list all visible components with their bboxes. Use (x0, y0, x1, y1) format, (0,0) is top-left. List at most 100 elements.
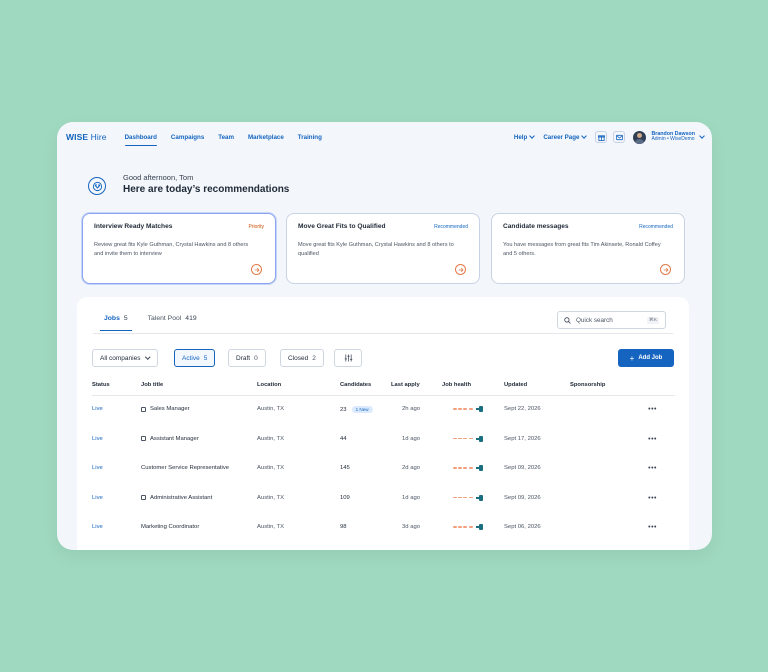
gift-button[interactable] (595, 131, 608, 143)
tab-jobs-label: Jobs (104, 315, 120, 322)
job-health-indicator (453, 406, 484, 412)
nav-tab-dashboard[interactable]: Dashboard (124, 122, 158, 152)
tab-talent-pool[interactable]: Talent Pool 419 (148, 315, 197, 331)
rec-body: Review great fits Kyle Guthman, Crystal … (94, 242, 249, 257)
col-updated[interactable]: Updated (504, 382, 527, 388)
nav-tab-campaigns[interactable]: Campaigns (171, 122, 204, 152)
job-title-cell[interactable]: Sales Manager (141, 406, 190, 412)
last-apply: 1d ago (402, 494, 421, 501)
col-candidates[interactable]: Candidates (340, 382, 371, 388)
wise-badge-icon (88, 177, 106, 195)
top-nav: WISE Hire Dashboard Campaigns Team Marke… (57, 122, 712, 152)
nav-tab-team[interactable]: Team (218, 122, 234, 152)
rec-card-move-qualified[interactable]: Move Great Fits to Qualified Recommended… (286, 213, 480, 284)
add-job-button[interactable]: + Add Job (618, 349, 674, 367)
candidates-cell[interactable]: 23 1 New (340, 406, 373, 413)
search-input[interactable]: Quick search ⌘K (557, 311, 666, 329)
help-label: Help (513, 133, 528, 141)
col-status[interactable]: Status (92, 382, 110, 388)
arrow-right-icon[interactable] (251, 264, 262, 275)
user-role: Admin • WiseDemo (651, 136, 695, 143)
help-menu[interactable]: Help (513, 133, 536, 141)
rec-card-candidate-messages[interactable]: Candidate messages Recommended You have … (491, 213, 685, 284)
candidates-count[interactable]: 44 (340, 436, 347, 442)
filter-active-label: Active (182, 354, 200, 362)
filter-draft[interactable]: Draft 0 (228, 349, 266, 367)
job-board-icon (141, 406, 146, 412)
table-row[interactable]: Live Assistant Manager Austin, TX 44 1d … (92, 427, 675, 457)
filter-closed-label: Closed (288, 354, 309, 362)
user-info[interactable]: Brandon Dawson Admin • WiseDemo (651, 131, 695, 143)
recommended-badge: Recommended (434, 223, 468, 230)
logo[interactable]: WISE Hire (66, 132, 107, 142)
sliders-icon (344, 354, 352, 362)
last-apply: 1d ago (402, 435, 421, 442)
status-live[interactable]: Live (92, 436, 103, 442)
nav-tabs: Dashboard Campaigns Team Marketplace Tra… (124, 122, 336, 152)
table-row[interactable]: Live Administrative Assistant Austin, TX… (92, 486, 675, 516)
filter-closed-count: 2 (312, 354, 316, 362)
priority-badge: Priority (248, 223, 264, 230)
avatar[interactable] (633, 130, 647, 144)
more-menu-icon[interactable]: ••• (648, 406, 657, 413)
filter-settings-button[interactable] (334, 349, 362, 367)
status-live[interactable]: Live (92, 406, 103, 412)
arrow-right-icon[interactable] (660, 264, 671, 275)
job-title-cell[interactable]: Administrative Assistant (141, 495, 212, 501)
filter-active-count: 5 (203, 354, 208, 362)
location: Austin, TX (257, 435, 285, 442)
job-title-cell[interactable]: Marketing Coordinator (141, 524, 199, 530)
table-row[interactable]: Live Sales Manager Austin, TX 23 1 New 2h… (92, 397, 675, 427)
more-menu-icon[interactable]: ••• (648, 465, 657, 472)
more-menu-icon[interactable]: ••• (648, 495, 657, 502)
last-apply: 3d ago (402, 524, 421, 530)
tab-talent-pool-label: Talent Pool (147, 315, 182, 322)
candidates-count[interactable]: 145 (340, 465, 350, 471)
more-menu-icon[interactable]: ••• (648, 436, 657, 443)
add-job-label: Add Job (638, 355, 663, 361)
nav-tab-training[interactable]: Training (298, 122, 322, 152)
logo-wise: WISE (66, 132, 89, 142)
col-last-apply[interactable]: Last apply (391, 382, 420, 388)
rec-body: You have messages from great fits Tim Ak… (503, 242, 661, 257)
chevron-down-icon[interactable] (699, 133, 705, 139)
candidates-count[interactable]: 109 (340, 495, 350, 501)
location: Austin, TX (257, 494, 285, 501)
job-board-icon (141, 495, 146, 500)
divider (93, 333, 673, 334)
updated-date: Sept 17, 2026 (504, 435, 541, 442)
candidates-count[interactable]: 98 (340, 524, 347, 530)
search-placeholder: Quick search (576, 316, 613, 324)
career-page-menu[interactable]: Career Page (543, 133, 588, 141)
company-select[interactable]: All companies (92, 349, 158, 367)
filter-closed[interactable]: Closed 2 (280, 349, 324, 367)
tab-jobs[interactable]: Jobs 5 (100, 315, 132, 331)
status-live[interactable]: Live (92, 495, 103, 501)
chevron-down-icon (581, 133, 588, 139)
table-row[interactable]: Live Customer Service Representative Aus… (92, 456, 675, 486)
chevron-down-icon (529, 133, 536, 139)
col-job-title[interactable]: Job title (141, 382, 163, 388)
job-title-cell[interactable]: Customer Service Representative (141, 465, 229, 471)
rec-card-interview-ready[interactable]: Interview Ready Matches Priority Review … (82, 213, 276, 284)
megaphone-icon (475, 465, 484, 471)
table-row[interactable]: Live Marketing Coordinator Austin, TX 98… (92, 515, 675, 545)
megaphone-icon (475, 524, 484, 530)
more-menu-icon[interactable]: ••• (648, 524, 657, 531)
job-title: Marketing Coordinator (141, 524, 200, 530)
mail-icon (615, 134, 623, 140)
status-live[interactable]: Live (92, 524, 103, 530)
arrow-right-icon[interactable] (455, 264, 466, 275)
filter-active[interactable]: Active 5 (174, 349, 216, 367)
col-location[interactable]: Location (257, 382, 281, 388)
inbox-button[interactable] (613, 131, 626, 143)
status-live[interactable]: Live (92, 465, 103, 471)
rec-title: Interview Ready Matches (94, 223, 173, 230)
nav-tab-marketplace[interactable]: Marketplace (248, 122, 284, 152)
job-title-cell[interactable]: Assistant Manager (141, 436, 199, 442)
jobs-tabs: Jobs 5 Talent Pool 419 (100, 315, 217, 331)
col-sponsorship[interactable]: Sponsorship (570, 382, 605, 388)
app-window: WISE Hire Dashboard Campaigns Team Marke… (57, 122, 712, 550)
col-job-health[interactable]: Job health (442, 382, 471, 388)
plus-icon: + (629, 353, 635, 363)
